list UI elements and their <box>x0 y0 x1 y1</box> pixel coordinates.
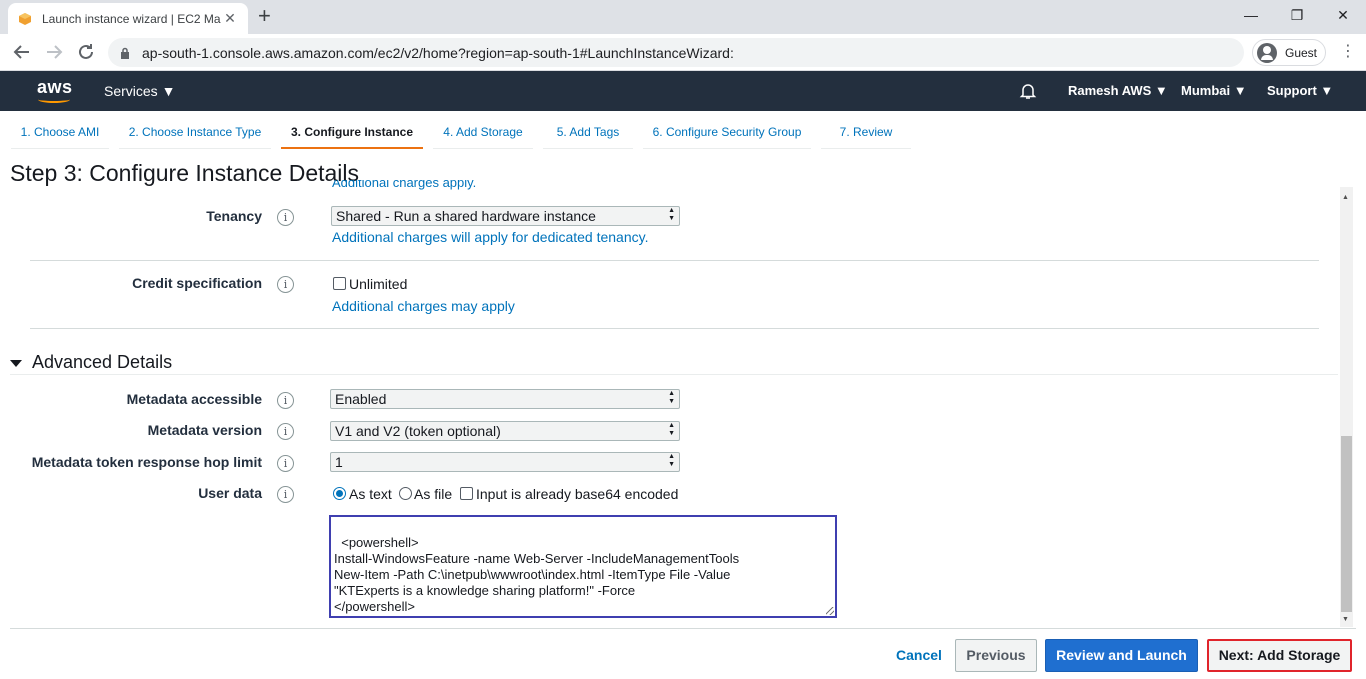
advanced-details-title: Advanced Details <box>32 352 173 372</box>
user-data-content: <powershell> Install-WindowsFeature -nam… <box>334 535 740 614</box>
support-menu[interactable]: Support ▼ <box>1267 71 1333 111</box>
tab-configure-instance[interactable]: 3. Configure Instance <box>281 119 423 149</box>
aws-smile-icon <box>38 96 70 103</box>
lock-icon <box>121 47 129 59</box>
restore-button[interactable]: ❐ <box>1274 0 1320 30</box>
next-add-storage-button[interactable]: Next: Add Storage <box>1207 639 1352 672</box>
section-divider <box>10 374 1338 375</box>
wizard-steps: 1. Choose AMI 2. Choose Instance Type 3.… <box>0 111 1366 151</box>
divider <box>30 328 1319 329</box>
tab-add-tags[interactable]: 5. Add Tags <box>543 119 633 149</box>
resize-handle-icon[interactable] <box>826 607 834 615</box>
tenancy-note-link[interactable]: Additional charges will apply for dedica… <box>332 229 648 245</box>
tab-configure-security-group[interactable]: 6. Configure Security Group <box>643 119 811 149</box>
credit-spec-label: Credit specification <box>132 275 262 291</box>
unlimited-checkbox[interactable] <box>333 277 346 290</box>
services-menu[interactable]: Services ▼ <box>104 71 175 111</box>
back-arrow-icon[interactable] <box>10 40 34 64</box>
browser-tab-bar: Launch instance wizard | EC2 Ma ✕ + — ❐ … <box>0 0 1366 34</box>
region-menu[interactable]: Mumbai ▼ <box>1181 71 1247 111</box>
url-text: ap-south-1.console.aws.amazon.com/ec2/v2… <box>142 44 734 61</box>
new-tab-button[interactable]: + <box>258 5 271 27</box>
tenancy-select[interactable]: Shared - Run a shared hardware instance <box>331 206 680 226</box>
hop-limit-label: Metadata token response hop limit <box>31 454 262 470</box>
hop-limit-select[interactable]: 1 <box>330 452 680 472</box>
browser-menu-icon[interactable]: ⋮ <box>1340 42 1356 62</box>
metadata-accessible-label: Metadata accessible <box>126 391 262 407</box>
info-icon[interactable]: i <box>277 209 294 226</box>
base64-checkbox[interactable] <box>460 487 473 500</box>
unlimited-label: Unlimited <box>349 276 408 292</box>
previous-button[interactable]: Previous <box>955 639 1037 672</box>
address-bar-row: ap-south-1.console.aws.amazon.com/ec2/v2… <box>0 34 1366 71</box>
bell-icon[interactable] <box>1019 82 1037 100</box>
review-and-launch-button[interactable]: Review and Launch <box>1045 639 1198 672</box>
url-bar[interactable]: ap-south-1.console.aws.amazon.com/ec2/v2… <box>108 38 1244 67</box>
credit-note-link[interactable]: Additional charges may apply <box>332 298 515 314</box>
scroll-down-icon[interactable]: ▼ <box>1342 616 1349 623</box>
as-text-radio[interactable] <box>333 487 346 500</box>
as-text-label: As text <box>349 486 392 502</box>
as-file-label: As file <box>414 486 453 502</box>
scroll-up-icon[interactable]: ▲ <box>1342 194 1349 201</box>
metadata-accessible-select[interactable]: Enabled <box>330 389 680 409</box>
account-menu[interactable]: Ramesh AWS ▼ <box>1068 71 1168 111</box>
tab-choose-instance-type[interactable]: 2. Choose Instance Type <box>119 119 271 149</box>
page-title: Step 3: Configure Instance Details <box>10 160 360 186</box>
caret-down-icon <box>10 359 22 367</box>
user-data-textarea[interactable]: <powershell> Install-WindowsFeature -nam… <box>329 515 837 618</box>
aws-console-nav: aws Services ▼ Ramesh AWS ▼ Mumbai ▼ Sup… <box>0 71 1366 111</box>
tab-add-storage[interactable]: 4. Add Storage <box>433 119 533 149</box>
aws-cube-icon <box>19 12 31 25</box>
info-icon[interactable]: i <box>277 423 294 440</box>
info-icon[interactable]: i <box>277 486 294 503</box>
profile-label: Guest <box>1285 45 1318 60</box>
user-data-label: User data <box>198 485 262 501</box>
minimize-button[interactable]: — <box>1228 0 1274 30</box>
base64-label: Input is already base64 encoded <box>476 486 679 502</box>
tab-choose-ami[interactable]: 1. Choose AMI <box>11 119 109 149</box>
cutoff-link[interactable]: Additional charges apply. <box>332 180 532 192</box>
profile-button[interactable]: Guest <box>1252 39 1326 66</box>
footer-divider <box>10 628 1356 629</box>
divider <box>30 260 1319 261</box>
reload-icon[interactable] <box>74 40 98 64</box>
scrollbar-thumb[interactable] <box>1341 436 1352 612</box>
window-close-button[interactable]: ✕ <box>1320 0 1366 30</box>
browser-tab[interactable]: Launch instance wizard | EC2 Ma ✕ <box>8 3 248 34</box>
advanced-details-toggle[interactable]: Advanced Details <box>10 352 172 373</box>
tab-review[interactable]: 7. Review <box>821 119 911 149</box>
info-icon[interactable]: i <box>277 276 294 293</box>
metadata-version-select[interactable]: V1 and V2 (token optional) <box>330 421 680 441</box>
metadata-version-label: Metadata version <box>147 422 262 438</box>
tenancy-label: Tenancy <box>206 208 262 224</box>
cancel-button[interactable]: Cancel <box>893 639 945 672</box>
info-icon[interactable]: i <box>277 392 294 409</box>
aws-logo[interactable]: aws <box>37 77 73 98</box>
forward-arrow-icon[interactable] <box>42 40 66 64</box>
guest-avatar-icon <box>1257 42 1277 63</box>
as-file-radio[interactable] <box>399 487 412 500</box>
close-tab-icon[interactable]: ✕ <box>222 10 238 27</box>
tab-title: Launch instance wizard | EC2 Ma <box>42 11 221 26</box>
info-icon[interactable]: i <box>277 455 294 472</box>
